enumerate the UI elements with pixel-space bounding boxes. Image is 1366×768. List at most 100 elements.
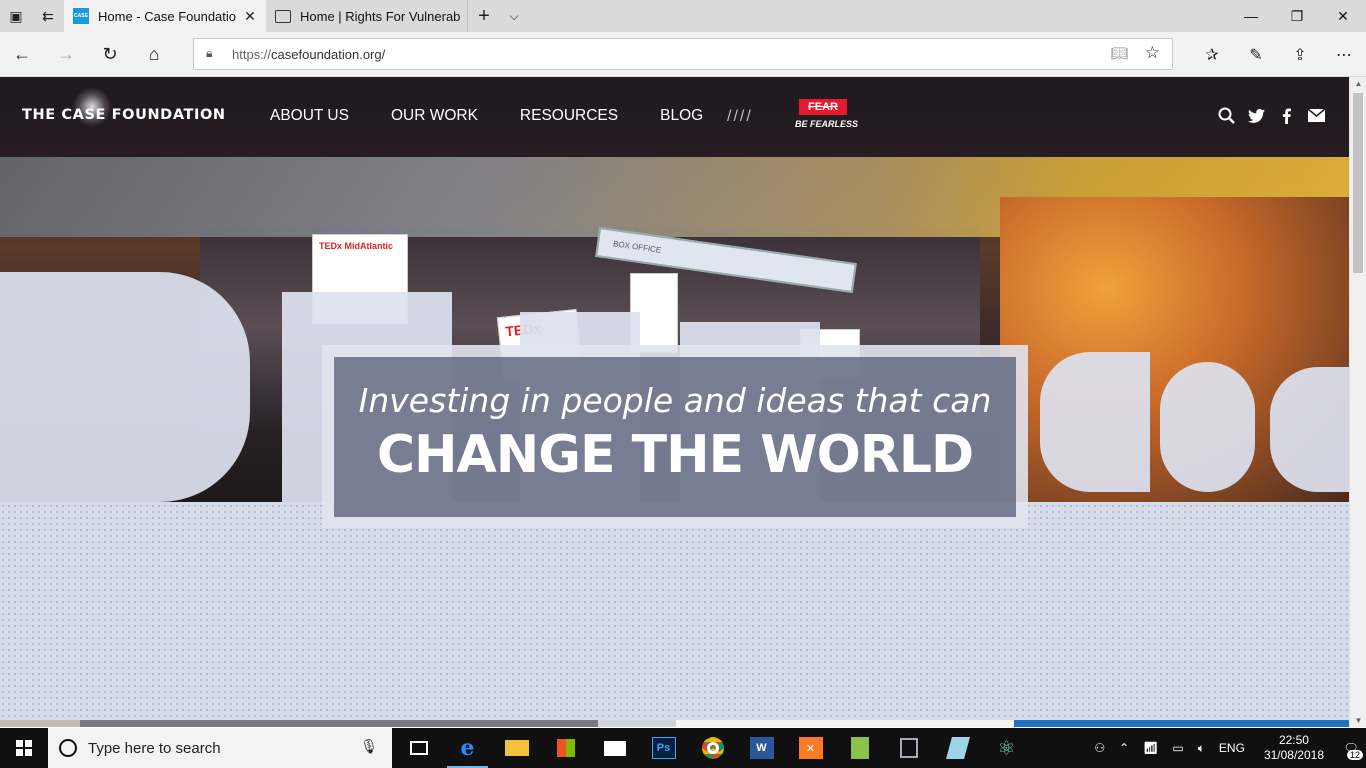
be-fearless-label: BE FEARLESS bbox=[795, 119, 859, 129]
close-window-icon[interactable]: ✕ bbox=[1320, 0, 1366, 32]
address-bar[interactable]: 🔒︎ https://casefoundation.org/ 📖︎ ☆ bbox=[193, 38, 1173, 70]
browser-toolbar: ← → ↻ ⌂ 🔒︎ https://casefoundation.org/ 📖… bbox=[0, 32, 1366, 77]
start-button[interactable] bbox=[0, 728, 48, 768]
file-explorer-app[interactable] bbox=[492, 728, 541, 768]
close-tab-icon[interactable]: ✕ bbox=[240, 8, 260, 25]
task-view-button[interactable] bbox=[394, 728, 443, 768]
cortana-icon bbox=[59, 739, 77, 757]
page-viewport: BOX OFFICE TEDx MidAtlantic TEDx THE CAS… bbox=[0, 77, 1349, 727]
forward-arrow-icon[interactable]: → bbox=[44, 32, 88, 77]
lock-icon: 🔒︎ bbox=[206, 46, 213, 60]
letter-b bbox=[0, 272, 250, 502]
facebook-icon[interactable] bbox=[1278, 108, 1294, 129]
new-tab-plus-icon[interactable]: + bbox=[470, 0, 498, 32]
page-favicon-icon bbox=[275, 9, 291, 23]
system-tray: ⚇ ⌃ 📶︎ ▭ 🔈︎ ENG 22:50 31/08/2018 🗨︎ 12 bbox=[1087, 728, 1366, 768]
tab-case-foundation[interactable]: CASE Home - Case Foundatio ✕ bbox=[64, 0, 266, 32]
tab-rights-for-vulnerable[interactable]: Home | Rights For Vulnerab bbox=[266, 0, 468, 32]
atom-app[interactable]: ⚛ bbox=[982, 728, 1031, 768]
nav-resources[interactable]: RESOURCES bbox=[520, 107, 618, 125]
photoshop-app[interactable]: Ps bbox=[639, 728, 688, 768]
folder-icon bbox=[504, 740, 529, 756]
microphone-icon[interactable]: 🎙︎ bbox=[360, 738, 378, 755]
taskbar-apps: e Ps W ✕ ⚛ bbox=[394, 728, 1031, 768]
back-arrow-icon[interactable]: ← bbox=[0, 32, 44, 77]
case-foundation-logo[interactable]: THE CASE FOUNDATION bbox=[22, 87, 226, 127]
fear-badge: FEAR bbox=[799, 99, 847, 115]
edge-icon: e bbox=[460, 735, 475, 761]
minimize-icon[interactable]: — bbox=[1228, 0, 1274, 32]
letter-s2 bbox=[1270, 367, 1349, 492]
app-notes[interactable] bbox=[933, 728, 982, 768]
social-links bbox=[1218, 107, 1338, 129]
be-fearless-link[interactable]: FEAR BE FEARLESS bbox=[795, 99, 859, 135]
twitter-icon[interactable] bbox=[1248, 108, 1265, 128]
mail-app[interactable] bbox=[590, 728, 639, 768]
store-app[interactable] bbox=[541, 728, 590, 768]
show-hidden-icons-chevron-icon[interactable]: ⌃ bbox=[1119, 741, 1129, 755]
atom-icon: ⚛ bbox=[997, 737, 1016, 760]
share-icon[interactable]: ⇪ bbox=[1278, 32, 1322, 77]
scroll-up-icon[interactable]: ▲ bbox=[1350, 79, 1366, 88]
word-app[interactable]: W bbox=[737, 728, 786, 768]
xampp-app[interactable]: ✕ bbox=[786, 728, 835, 768]
favorite-star-icon[interactable]: ☆ bbox=[1145, 43, 1160, 63]
windows-taskbar: Type here to search 🎙︎ e Ps W ✕ ⚛ ⚇ ⌃ 📶︎… bbox=[0, 728, 1366, 768]
chevron-down-icon[interactable]: ⌵ bbox=[500, 0, 528, 32]
nav-divider-slashes: //// bbox=[727, 108, 753, 125]
volume-icon[interactable]: 🔈︎ bbox=[1198, 741, 1205, 756]
scroll-down-icon[interactable]: ▼ bbox=[1350, 716, 1366, 725]
starburst-icon bbox=[72, 87, 112, 127]
edge-app[interactable]: e bbox=[443, 728, 492, 768]
more-menu-icon[interactable]: ⋯ bbox=[1322, 32, 1366, 77]
main-nav: ABOUT US OUR WORK RESOURCES BLOG bbox=[270, 107, 745, 125]
word-icon: W bbox=[749, 737, 774, 759]
favorites-hub-icon[interactable]: ✰ bbox=[1190, 32, 1234, 77]
tab-title: Home | Rights For Vulnerab bbox=[300, 8, 461, 24]
reading-view-icon[interactable]: 📖︎ bbox=[1110, 45, 1128, 62]
notepad-plus-icon bbox=[850, 737, 869, 759]
chrome-icon bbox=[701, 737, 724, 759]
taskbar-search[interactable]: Type here to search 🎙︎ bbox=[48, 728, 392, 768]
pen-notes-icon[interactable]: ✎ bbox=[1234, 32, 1278, 77]
battery-icon[interactable]: ▭ bbox=[1172, 741, 1183, 755]
windows-logo-icon bbox=[16, 740, 32, 756]
people-icon[interactable]: ⚇ bbox=[1094, 741, 1105, 755]
app-unknown[interactable] bbox=[884, 728, 933, 768]
hero-headline: CHANGE THE WORLD bbox=[376, 425, 974, 485]
nav-blog[interactable]: BLOG bbox=[660, 107, 703, 125]
nav-our-work[interactable]: OUR WORK bbox=[391, 107, 478, 125]
mail-icon bbox=[603, 740, 626, 756]
refresh-icon[interactable]: ↻ bbox=[88, 32, 132, 77]
app-grid-icon bbox=[899, 738, 918, 758]
case-foundation-favicon-icon: CASE bbox=[73, 8, 89, 24]
notepadpp-app[interactable] bbox=[835, 728, 884, 768]
language-indicator[interactable]: ENG bbox=[1219, 741, 1245, 755]
restore-icon[interactable]: ❐ bbox=[1274, 0, 1320, 32]
photoshop-icon: Ps bbox=[651, 737, 676, 759]
clock-date: 31/08/2018 bbox=[1263, 748, 1324, 762]
set-aside-tabs-icon[interactable]: ⇇ bbox=[32, 0, 64, 32]
taskbar-clock[interactable]: 22:50 31/08/2018 bbox=[1264, 733, 1324, 763]
chrome-app[interactable] bbox=[688, 728, 737, 768]
notes-icon bbox=[945, 737, 970, 759]
email-icon[interactable] bbox=[1307, 108, 1326, 127]
letter-l bbox=[1040, 352, 1150, 492]
clock-time: 22:50 bbox=[1278, 733, 1309, 747]
xampp-icon: ✕ bbox=[798, 737, 823, 759]
scroll-thumb[interactable] bbox=[1353, 93, 1363, 273]
search-placeholder: Type here to search bbox=[88, 740, 221, 757]
action-center-button[interactable]: 🗨︎ 12 bbox=[1336, 728, 1366, 768]
next-section-preview bbox=[0, 720, 1349, 727]
search-icon[interactable] bbox=[1218, 107, 1235, 129]
site-header: THE CASE FOUNDATION ABOUT US OUR WORK RE… bbox=[0, 77, 1349, 157]
page-scrollbar[interactable]: ▲ ▼ bbox=[1349, 77, 1366, 727]
task-view-icon bbox=[409, 741, 428, 755]
home-icon[interactable]: ⌂ bbox=[132, 32, 176, 77]
tab-manager-icon[interactable]: ▣ bbox=[0, 0, 32, 32]
network-icon[interactable]: 📶︎ bbox=[1143, 741, 1158, 755]
url-text[interactable]: https://casefoundation.org/ bbox=[232, 47, 385, 62]
hero-tagline-box: Investing in people and ideas that can C… bbox=[322, 345, 1028, 528]
nav-about-us[interactable]: ABOUT US bbox=[270, 107, 349, 125]
tab-title: Home - Case Foundatio bbox=[98, 8, 237, 24]
